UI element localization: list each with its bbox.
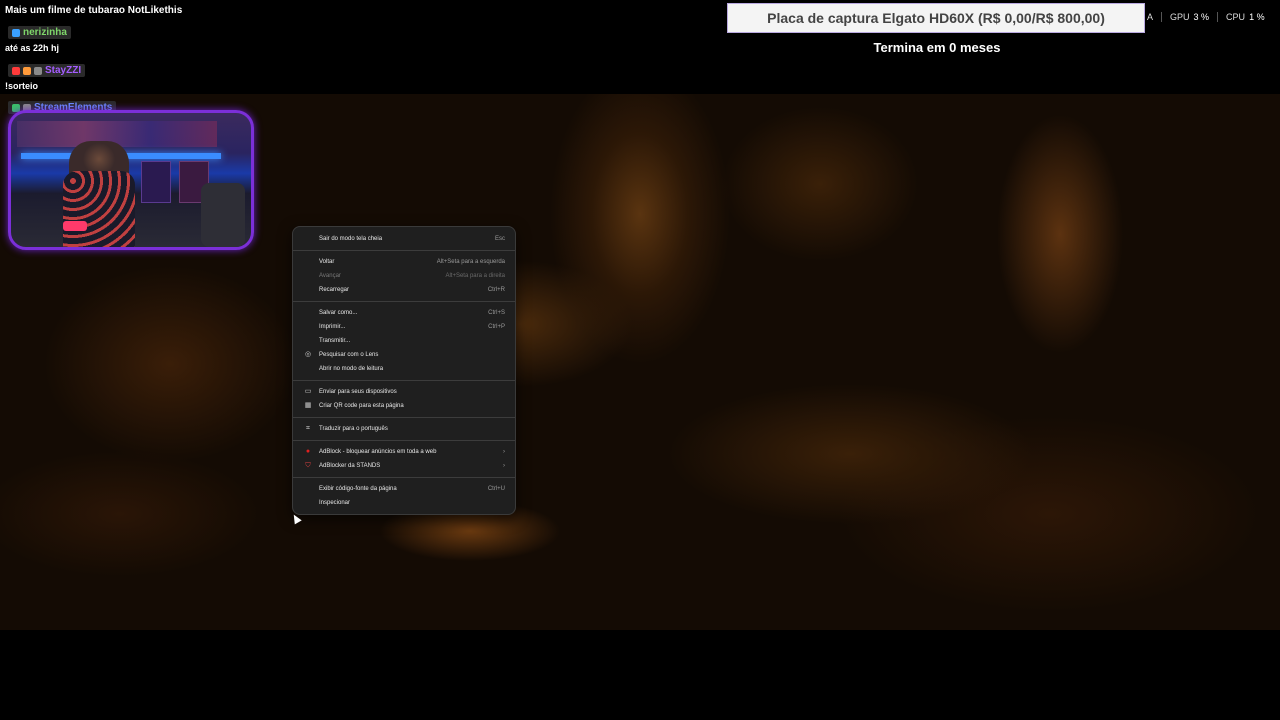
- chat-message: !sorteio: [5, 81, 39, 91]
- goal-text: Placa de captura Elgato HD60X (R$ 0,00/R…: [767, 10, 1105, 26]
- menu-item-reload[interactable]: Recarregar Ctrl+R: [293, 283, 515, 297]
- donation-goal-bar: Placa de captura Elgato HD60X (R$ 0,00/R…: [727, 3, 1145, 33]
- menu-item-cast[interactable]: Transmitir...: [293, 334, 515, 348]
- menu-item-reading-mode[interactable]: Abrir no modo de leitura: [293, 362, 515, 376]
- menu-item-save-as[interactable]: Salvar como... Ctrl+S: [293, 306, 515, 320]
- broadcaster-icon: [12, 66, 20, 75]
- bits-icon: [34, 66, 42, 75]
- translate-icon: ⌗: [306, 425, 310, 432]
- menu-item-back[interactable]: Voltar Alt+Seta para a esquerda: [293, 255, 515, 269]
- menu-item-view-source[interactable]: Exibir código-fonte da página Ctrl+U: [293, 482, 515, 496]
- chat-message: até as 22h hj: [5, 43, 60, 53]
- chat-user-badge: StayZZI: [8, 64, 86, 77]
- menu-item-exit-fullscreen[interactable]: Sair do modo tela cheia Esc: [293, 232, 515, 246]
- menu-item-print[interactable]: Imprimir... Ctrl+P: [293, 320, 515, 334]
- menu-item-adblock[interactable]: ● AdBlock - bloquear anúncios em toda a …: [293, 445, 515, 459]
- menu-item-adblocker-stands[interactable]: ⛉ AdBlocker da STANDS ›: [293, 459, 515, 473]
- chat-username[interactable]: StayZZI: [45, 65, 81, 76]
- device-icon: ▭: [304, 388, 312, 395]
- menu-item-inspect[interactable]: Inspecionar: [293, 496, 515, 510]
- sub-icon: [23, 66, 31, 75]
- menu-separator: [293, 380, 515, 381]
- webcam-overlay: [8, 110, 254, 250]
- menu-separator: [293, 417, 515, 418]
- stat-cpu: CPU 1 %: [1217, 12, 1273, 22]
- menu-item-send-to-devices[interactable]: ▭ Enviar para seus dispositivos: [293, 385, 515, 399]
- menu-separator: [293, 440, 515, 441]
- chat-user-badge: nerizinha: [8, 26, 71, 39]
- qr-code-icon: ▦: [304, 402, 312, 409]
- goal-subtitle: Termina em 0 meses: [873, 40, 1001, 55]
- adblock-icon: ●: [305, 448, 311, 455]
- context-menu: Sair do modo tela cheia Esc Voltar Alt+Set…: [292, 226, 516, 515]
- menu-separator: [293, 301, 515, 302]
- stat-item: A: [1147, 12, 1154, 22]
- shield-icon: ⛉: [305, 462, 311, 469]
- verified-icon: [12, 28, 20, 37]
- menu-item-translate[interactable]: ⌗ Traduzir para o português: [293, 422, 515, 436]
- stream-title: Mais um filme de tubarao NotLikethis: [5, 5, 183, 16]
- menu-separator: [293, 477, 515, 478]
- menu-item-forward[interactable]: Avançar Alt+Seta para a direita: [293, 269, 515, 283]
- menu-separator: [293, 250, 515, 251]
- menu-item-search-lens[interactable]: ◎ Pesquisar com o Lens: [293, 348, 515, 362]
- chat-username[interactable]: nerizinha: [23, 27, 67, 38]
- lens-icon: ◎: [304, 351, 312, 358]
- stat-gpu: GPU 3 %: [1161, 12, 1217, 22]
- performance-stats: A GPU 3 % CPU 1 %: [1147, 12, 1273, 22]
- menu-item-qr-code[interactable]: ▦ Criar QR code para esta página: [293, 399, 515, 413]
